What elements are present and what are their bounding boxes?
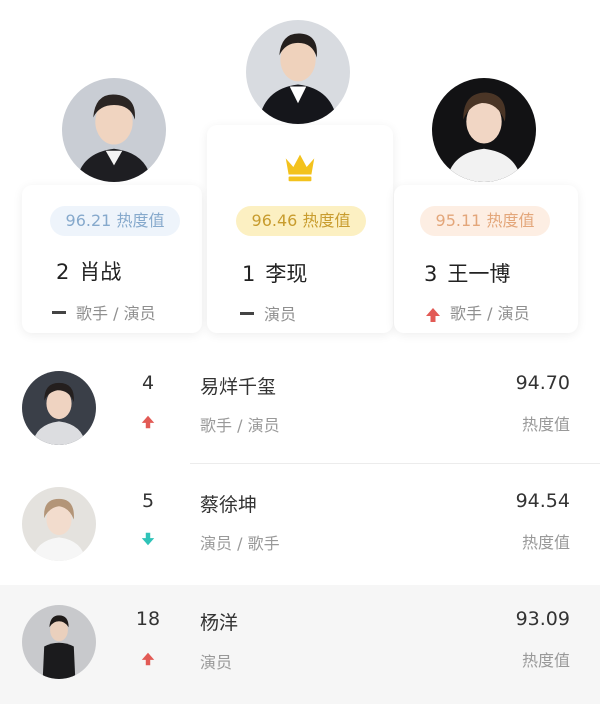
trend-down-icon bbox=[141, 532, 155, 546]
rank-3-tags-line: 歌手 / 演员 bbox=[424, 300, 530, 324]
list-item[interactable]: 5 蔡徐坤 演员 / 歌手 94.54 热度值 bbox=[0, 468, 600, 584]
rank-2-name-line: 2 肖战 bbox=[56, 256, 121, 286]
heat-unit-label: 热度值 bbox=[521, 415, 570, 434]
role-tags: 歌手 / 演员 bbox=[76, 304, 156, 323]
rank-3-name-line: 3 王一博 bbox=[424, 258, 510, 288]
person-avatar-icon bbox=[246, 20, 350, 124]
rank-18-avatar[interactable] bbox=[22, 605, 96, 679]
rank-3-avatar[interactable] bbox=[432, 78, 536, 182]
rank-number: 1 bbox=[242, 262, 256, 286]
divider bbox=[190, 463, 600, 464]
role-tags: 歌手 / 演员 bbox=[450, 304, 530, 323]
person-name[interactable]: 王一博 bbox=[447, 262, 510, 286]
person-name[interactable]: 杨洋 bbox=[200, 608, 238, 635]
rank-2-tags-line: 歌手 / 演员 bbox=[52, 300, 156, 324]
rank-number: 5 bbox=[141, 490, 155, 512]
list-item[interactable]: 4 易烊千玺 歌手 / 演员 94.70 热度值 bbox=[0, 350, 600, 466]
person-avatar-icon bbox=[22, 487, 96, 561]
rank-5-avatar[interactable] bbox=[22, 487, 96, 561]
heat-unit-label: 热度值 bbox=[521, 533, 570, 552]
crown-icon bbox=[285, 154, 315, 182]
rank-1-avatar[interactable] bbox=[246, 20, 350, 124]
person-avatar-icon bbox=[432, 78, 536, 182]
role-tags: 歌手 / 演员 bbox=[200, 416, 280, 435]
rank-2-avatar[interactable] bbox=[62, 78, 166, 182]
heat-score: 94.54 bbox=[515, 490, 570, 512]
rank-number: 2 bbox=[56, 260, 70, 284]
person-name[interactable]: 李现 bbox=[265, 262, 307, 286]
person-name[interactable]: 易烊千玺 bbox=[200, 372, 276, 399]
trend-up-icon bbox=[141, 652, 155, 666]
person-name[interactable]: 蔡徐坤 bbox=[200, 490, 257, 517]
list-item[interactable]: 18 杨洋 演员 93.09 热度值 bbox=[0, 585, 600, 704]
heat-unit-label: 热度值 bbox=[521, 651, 570, 670]
role-tags: 演员 / 歌手 bbox=[200, 534, 280, 553]
trend-flat-icon bbox=[240, 312, 254, 315]
heat-score: 93.09 bbox=[515, 608, 570, 630]
rank-2-heat-badge: 96.21 热度值 bbox=[50, 206, 180, 236]
heat-score: 94.70 bbox=[515, 372, 570, 394]
person-avatar-icon bbox=[22, 605, 96, 679]
role-tags: 演员 bbox=[264, 305, 297, 324]
trend-up-icon bbox=[426, 307, 440, 322]
rank-number: 18 bbox=[135, 608, 161, 630]
rank-3-heat-badge: 95.11 热度值 bbox=[420, 206, 550, 236]
rank-number: 3 bbox=[424, 262, 438, 286]
person-name[interactable]: 肖战 bbox=[79, 260, 121, 284]
rank-number: 4 bbox=[141, 372, 155, 394]
trend-up-icon bbox=[141, 415, 155, 429]
person-avatar-icon bbox=[62, 78, 166, 182]
rank-1-name-line: 1 李现 bbox=[242, 258, 307, 288]
rank-1-tags-line: 演员 bbox=[240, 301, 296, 325]
rank-1-heat-badge: 96.46 热度值 bbox=[236, 206, 366, 236]
trend-flat-icon bbox=[52, 311, 66, 314]
role-tags: 演员 bbox=[200, 653, 233, 672]
top-three-podium: 96.21 热度值 96.46 热度值 95.11 热度值 2 肖战 1 李现 3王… bbox=[0, 0, 600, 350]
person-avatar-icon bbox=[22, 371, 96, 445]
rank-4-avatar[interactable] bbox=[22, 371, 96, 445]
